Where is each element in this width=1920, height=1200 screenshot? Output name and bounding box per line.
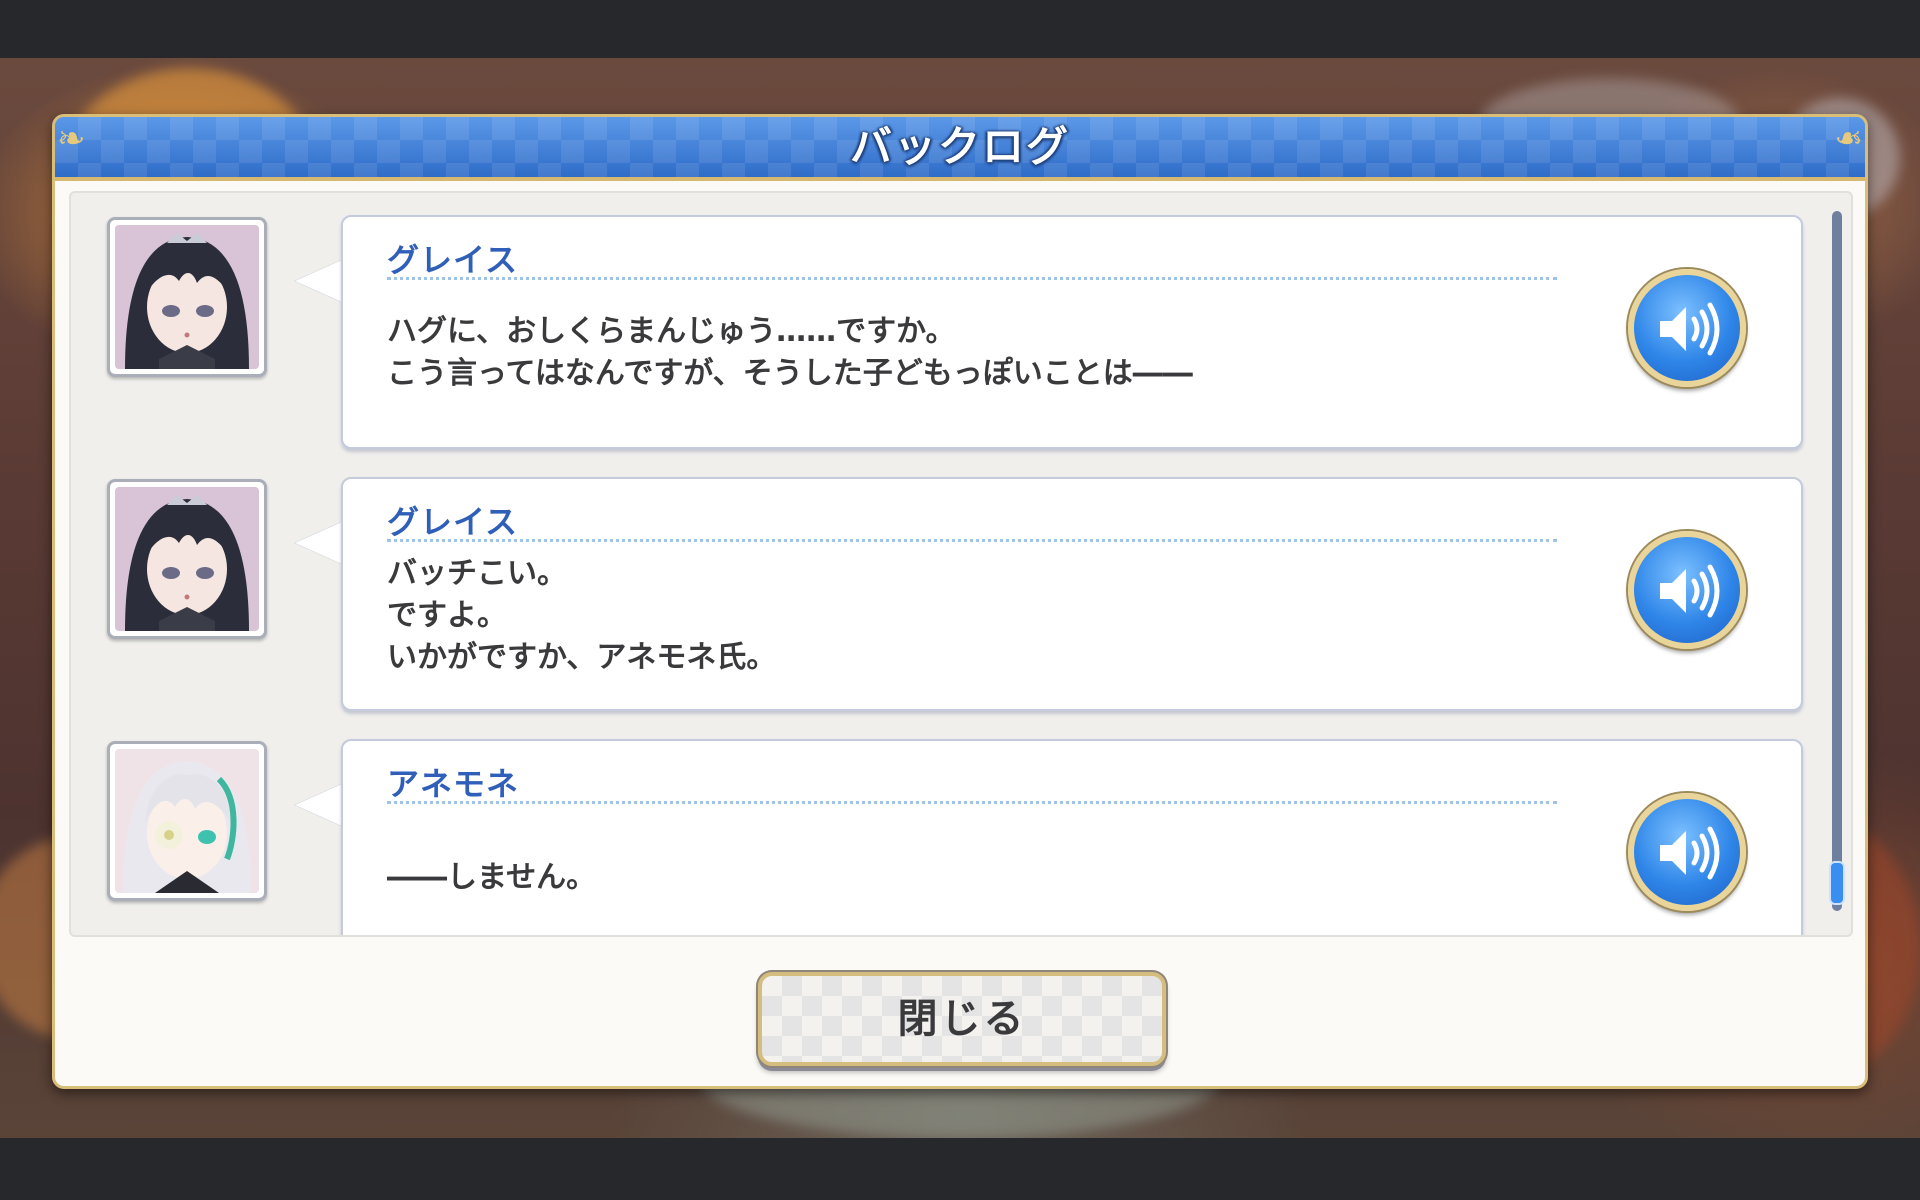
- window-title: バックログ: [849, 122, 1070, 171]
- dialogue-line: バッチこい。: [387, 556, 567, 591]
- anemone-portrait: [115, 749, 259, 893]
- name-divider: [387, 277, 1557, 280]
- dialogue-line: ハグに、おしくらまんじゅう……ですか。: [387, 314, 956, 349]
- log-entry: アネモネ ――しません。: [71, 739, 1851, 935]
- dialogue-bubble: グレイス ハグに、おしくらまんじゅう……ですか。 こう言ってはなんですが、そうし…: [341, 215, 1803, 449]
- voice-replay-button[interactable]: [1628, 531, 1746, 649]
- letterbox-top: [0, 0, 1920, 58]
- speaker-icon: [1660, 564, 1720, 618]
- speaker-name: グレイス: [387, 241, 519, 279]
- window-header: ❧ ❧ バックログ: [55, 117, 1865, 181]
- dialogue-bubble: アネモネ ――しません。: [341, 739, 1803, 935]
- voice-replay-button[interactable]: [1628, 793, 1746, 911]
- grace-portrait: [115, 225, 259, 369]
- avatar: [107, 217, 267, 377]
- dialogue-bubble: グレイス バッチこい。 ですよ。 いかがですか、アネモネ氏。: [341, 477, 1803, 711]
- scrollbar[interactable]: [1829, 211, 1845, 911]
- log-entry: グレイス バッチこい。 ですよ。 いかがですか、アネモネ氏。: [71, 477, 1851, 713]
- speaker-name: グレイス: [387, 503, 519, 541]
- letterbox-bottom: [0, 1138, 1920, 1200]
- dialogue-line: こう言ってはなんですが、そうした子どもっぽいことは――: [387, 356, 1193, 391]
- dialogue-line: いかがですか、アネモネ氏。: [387, 640, 777, 675]
- name-divider: [387, 801, 1557, 804]
- close-button-label: 閉じる: [897, 996, 1027, 1042]
- speaker-name: アネモネ: [387, 765, 520, 803]
- log-entry: グレイス ハグに、おしくらまんじゅう……ですか。 こう言ってはなんですが、そうし…: [71, 215, 1851, 451]
- close-button[interactable]: 閉じる: [758, 972, 1166, 1066]
- speaker-icon: [1660, 302, 1720, 356]
- speaker-icon: [1660, 826, 1720, 880]
- avatar: [107, 741, 267, 901]
- backlog-list[interactable]: グレイス ハグに、おしくらまんじゅう……ですか。 こう言ってはなんですが、そうし…: [69, 191, 1853, 937]
- name-divider: [387, 539, 1557, 542]
- scrollbar-thumb[interactable]: [1829, 861, 1845, 905]
- dialogue-line: ですよ。: [387, 598, 507, 633]
- voice-replay-button[interactable]: [1628, 269, 1746, 387]
- backlog-window: ❧ ❧ バックログ グレイス ハグに、おしくらまんじゅう……ですか。 こう言って…: [52, 114, 1868, 1089]
- avatar: [107, 479, 267, 639]
- dialogue-line: ――しません。: [387, 860, 597, 895]
- grace-portrait: [115, 487, 259, 631]
